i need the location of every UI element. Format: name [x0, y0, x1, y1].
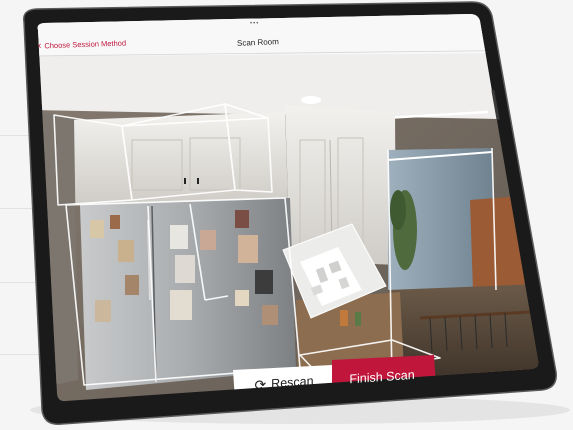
- finish-scan-button-label: Finish Scan: [349, 367, 415, 387]
- refresh-icon: ⟳: [254, 376, 267, 394]
- rescan-button-label: Rescan: [271, 373, 314, 391]
- chevron-left-icon: ‹: [37, 39, 42, 52]
- page: ••• ‹ Choose Session Method Scan Room ⟳ …: [0, 0, 573, 430]
- tablet-device: [23, 1, 570, 425]
